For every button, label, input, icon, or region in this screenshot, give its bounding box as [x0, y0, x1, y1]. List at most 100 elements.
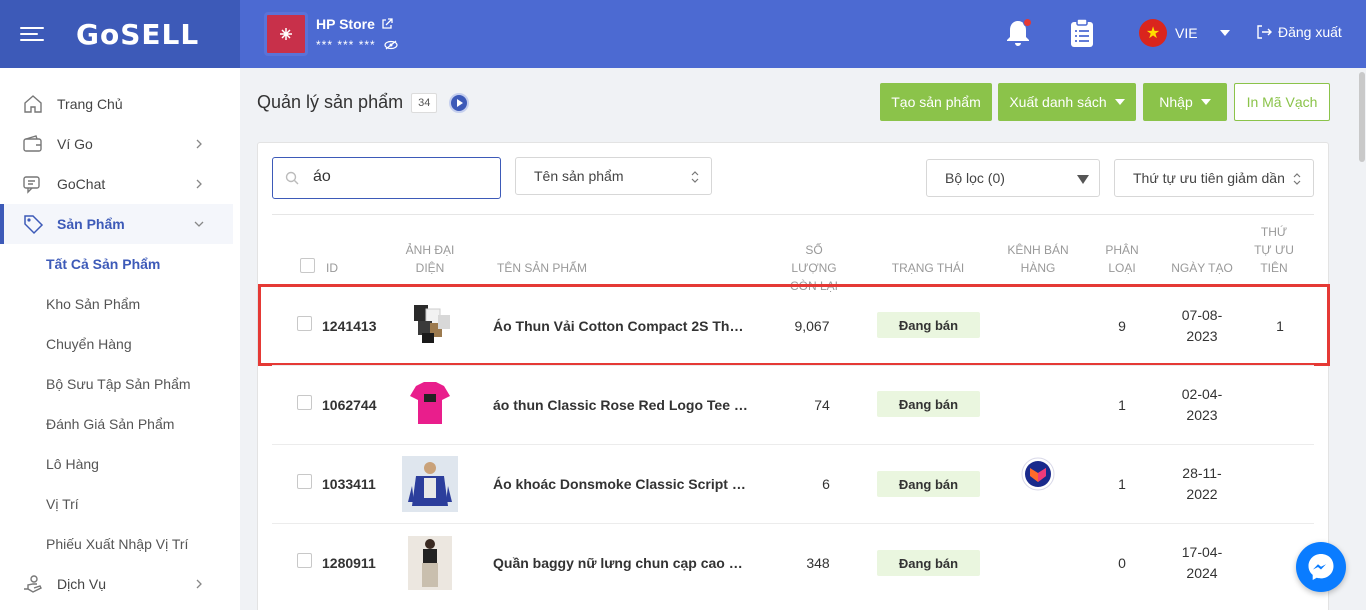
- status-badge: Đang bán: [877, 391, 980, 417]
- language-label: VIE: [1175, 25, 1198, 41]
- row-divider: [272, 365, 1314, 366]
- product-name[interactable]: Áo khoác Donsmoke Classic Script Logo Va…: [493, 476, 751, 492]
- sidebar-subitem-transfer[interactable]: Chuyển Hàng: [46, 336, 132, 352]
- product-name[interactable]: Quần baggy nữ lưng chun cạp cao dáng suô…: [493, 555, 751, 571]
- sidebar-item-gochat[interactable]: GoChat: [0, 164, 233, 204]
- status-badge: Đang bán: [877, 471, 980, 497]
- export-list-button[interactable]: Xuất danh sách: [998, 83, 1136, 121]
- external-link-icon[interactable]: [381, 18, 393, 30]
- product-created-date: 02-04- 2023: [1162, 386, 1242, 423]
- sidebar-item-services[interactable]: Dịch Vụ: [0, 564, 233, 604]
- sidebar-subitem-reviews[interactable]: Đánh Giá Sản Phẩm: [46, 416, 174, 432]
- column-header-created[interactable]: NGÀY TẠO: [1165, 259, 1239, 277]
- notification-dot: [1023, 18, 1032, 27]
- column-header-name[interactable]: TÊN SẢN PHẨM: [497, 259, 587, 277]
- chevron-right-icon: [196, 179, 202, 189]
- sort-arrows-icon: [691, 171, 699, 183]
- eye-slash-icon[interactable]: [384, 40, 398, 50]
- row-divider: [272, 444, 1314, 445]
- store-masked-info: *** *** ***: [316, 38, 376, 52]
- lazada-icon[interactable]: [1021, 457, 1055, 491]
- filter-dropdown[interactable]: Bộ lọc (0): [926, 159, 1100, 197]
- column-header-id[interactable]: ID: [326, 259, 338, 277]
- product-count-badge: 34: [411, 92, 438, 113]
- created-date-line1: 02-04-: [1181, 386, 1223, 402]
- chevron-right-icon: [196, 579, 202, 589]
- store-avatar[interactable]: [264, 12, 308, 56]
- topbar: HP Store *** *** *** ★ VIE Đăng xuất: [240, 0, 1366, 68]
- chevron-right-icon: [196, 139, 202, 149]
- language-selector[interactable]: ★ VIE: [1139, 19, 1230, 47]
- scrollbar-thumb[interactable]: [1359, 72, 1365, 162]
- hamburger-menu-icon[interactable]: [20, 25, 44, 43]
- product-created-date: 28-11- 2022: [1162, 465, 1242, 502]
- service-hand-icon: [24, 575, 42, 593]
- product-variants: 1: [1118, 476, 1126, 492]
- product-id: 1280911: [322, 555, 376, 571]
- store-logo-icon: [280, 28, 292, 40]
- product-stock: 6: [822, 476, 830, 492]
- print-barcode-button[interactable]: In Mã Vạch: [1234, 83, 1330, 121]
- sidebar-subitem-location-receipts[interactable]: Phiếu Xuất Nhập Vị Trí: [46, 536, 188, 552]
- sidebar-item-home[interactable]: Trang Chủ: [0, 84, 233, 124]
- table-top-divider: [272, 214, 1314, 215]
- chat-icon: [23, 176, 40, 194]
- product-created-date: 17-04- 2024: [1162, 544, 1242, 581]
- product-thumbnail[interactable]: [402, 376, 458, 432]
- sidebar-item-label: Trang Chủ: [57, 96, 123, 112]
- logo[interactable]: GoSELL: [76, 18, 199, 51]
- search-box[interactable]: [272, 157, 501, 199]
- row-checkbox[interactable]: [297, 474, 312, 489]
- video-guide-play-icon[interactable]: [449, 92, 470, 113]
- created-date-line2: 2022: [1186, 486, 1218, 502]
- product-name[interactable]: áo thun Classic Rose Red Logo Tee Donsmo…: [493, 397, 751, 413]
- notification-bell-icon[interactable]: [1004, 18, 1032, 48]
- import-label: Nhập: [1159, 94, 1193, 110]
- sidebar-subitem-collections[interactable]: Bộ Sưu Tập Sản Phẩm: [46, 376, 191, 392]
- row-checkbox[interactable]: [297, 553, 312, 568]
- column-header-priority[interactable]: THỨ TỰ ƯU TIÊN: [1254, 223, 1294, 277]
- sort-order-select[interactable]: Thứ tự ưu tiên giảm dần: [1114, 159, 1314, 197]
- create-product-label: Tạo sản phẩm: [891, 94, 981, 110]
- sidebar-subitem-locations[interactable]: Vị Trí: [46, 496, 79, 512]
- home-icon: [24, 95, 42, 113]
- sort-order-value: Thứ tự ưu tiên giảm dần: [1133, 170, 1285, 186]
- created-date-line2: 2024: [1186, 565, 1218, 581]
- search-icon: [285, 171, 299, 185]
- brand-area: GoSELL: [0, 0, 240, 68]
- page-title: Quản lý sản phẩm: [257, 92, 404, 112]
- sidebar-subitem-lots[interactable]: Lô Hàng: [46, 456, 99, 472]
- highlight-box: [258, 284, 1330, 366]
- logout-label: Đăng xuất: [1278, 24, 1342, 40]
- row-checkbox[interactable]: [297, 395, 312, 410]
- sidebar-item-label: Dịch Vụ: [57, 576, 107, 592]
- vietnam-flag-icon: ★: [1139, 19, 1167, 47]
- column-header-channel: KÊNH BÁN HÀNG: [1007, 243, 1069, 275]
- store-info: HP Store *** *** ***: [316, 16, 398, 52]
- product-thumbnail[interactable]: [402, 456, 458, 512]
- sidebar-subitem-inventory[interactable]: Kho Sản Phẩm: [46, 296, 140, 312]
- store-name[interactable]: HP Store: [316, 16, 375, 32]
- product-thumbnail[interactable]: [402, 534, 458, 590]
- page-title-area: Quản lý sản phẩm 34: [257, 92, 470, 113]
- sidebar-item-wallet[interactable]: Ví Go: [0, 124, 233, 164]
- product-variants: 0: [1118, 555, 1126, 571]
- column-header-image: ẢNH ĐẠI DIỆN: [405, 243, 455, 275]
- create-product-button[interactable]: Tạo sản phẩm: [880, 83, 992, 121]
- clipboard-icon[interactable]: [1069, 18, 1095, 48]
- messenger-chat-button[interactable]: [1296, 542, 1346, 592]
- wallet-icon: [23, 135, 42, 152]
- import-button[interactable]: Nhập: [1143, 83, 1227, 121]
- print-barcode-label: In Mã Vạch: [1246, 94, 1318, 110]
- created-date-line1: 28-11-: [1182, 465, 1222, 481]
- top-header: GoSELL HP Store *** *** *** ★ VIE Đăng x…: [0, 0, 1366, 68]
- export-list-label: Xuất danh sách: [1009, 94, 1107, 110]
- sidebar-item-products[interactable]: Sản Phẩm: [0, 204, 233, 244]
- chevron-down-icon: [1114, 99, 1125, 105]
- search-input[interactable]: [313, 168, 493, 186]
- select-all-checkbox[interactable]: [300, 258, 315, 273]
- search-by-select[interactable]: Tên sản phẩm: [515, 157, 712, 195]
- logout-button[interactable]: Đăng xuất: [1256, 24, 1342, 40]
- sidebar-subitem-all-products[interactable]: Tất Cả Sản Phẩm: [46, 256, 160, 272]
- chevron-down-icon: [1200, 99, 1211, 105]
